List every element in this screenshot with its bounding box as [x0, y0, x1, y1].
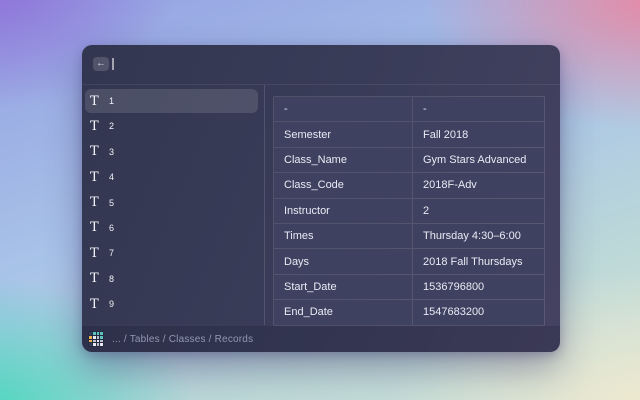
- text-field-icon: T: [90, 247, 104, 260]
- app-icon-cell: [93, 332, 96, 335]
- field-name-cell: End_Date: [274, 300, 412, 324]
- app-icon-cell: [97, 336, 100, 339]
- sidebar-record-item[interactable]: T 2: [85, 114, 258, 138]
- field-value-cell[interactable]: 2: [413, 199, 544, 223]
- field-name-cell: Start_Date: [274, 275, 412, 299]
- app-icon-cell: [100, 343, 103, 346]
- text-field-icon: T: [90, 171, 104, 184]
- text-field-icon: T: [90, 196, 104, 209]
- back-button[interactable]: ←: [93, 57, 109, 71]
- app-icon-cell: [89, 336, 92, 339]
- app-icon-cell: [89, 332, 92, 335]
- field-value-cell[interactable]: 2018F-Adv: [413, 173, 544, 197]
- app-icon-cell: [100, 336, 103, 339]
- app-icon-cell: [93, 336, 96, 339]
- record-label: 1: [109, 96, 114, 106]
- app-icon-cell: [89, 340, 92, 343]
- field-name-cell: Times: [274, 224, 412, 248]
- table-header-cell: -: [274, 97, 412, 121]
- text-cursor: [112, 58, 114, 70]
- sidebar-record-item[interactable]: T 5: [85, 191, 258, 215]
- record-label: 9: [109, 299, 114, 309]
- text-field-icon: T: [90, 120, 104, 133]
- status-footer: ... / Tables / Classes / Records: [82, 325, 560, 352]
- sidebar-record-item[interactable]: T 8: [85, 267, 258, 291]
- field-name-cell: Class_Code: [274, 173, 412, 197]
- app-grid-icon[interactable]: [88, 331, 104, 347]
- text-field-icon: T: [90, 298, 104, 311]
- record-label: 4: [109, 172, 114, 182]
- app-icon-cell: [89, 343, 92, 346]
- record-table: - - SemesterFall 2018Class_NameGym Stars…: [273, 96, 545, 326]
- window-body: T 1 T 2 T 3 T 4 T: [82, 85, 560, 325]
- app-icon-cell: [93, 340, 96, 343]
- sidebar-record-item[interactable]: T 1: [85, 89, 258, 113]
- sidebar-record-item[interactable]: T 9: [85, 292, 258, 316]
- sidebar-record-item[interactable]: T 7: [85, 241, 258, 265]
- app-icon-cell: [97, 343, 100, 346]
- record-label: 8: [109, 274, 114, 284]
- field-name-cell: Instructor: [274, 199, 412, 223]
- title-bar: ←: [82, 45, 560, 85]
- record-label: 3: [109, 147, 114, 157]
- field-value-cell[interactable]: 2018 Fall Thursdays: [413, 249, 544, 273]
- sidebar-record-item[interactable]: T 6: [85, 216, 258, 240]
- text-field-icon: T: [90, 221, 104, 234]
- field-name-cell: Days: [274, 249, 412, 273]
- app-window: ← T 1 T 2 T 3 T: [82, 45, 560, 352]
- field-value-cell[interactable]: Gym Stars Advanced: [413, 148, 544, 172]
- app-icon-cell: [97, 332, 100, 335]
- table-header-cell: -: [413, 97, 544, 121]
- record-label: 6: [109, 223, 114, 233]
- sidebar-record-item[interactable]: T 4: [85, 165, 258, 189]
- record-sidebar: T 1 T 2 T 3 T 4 T: [82, 85, 265, 325]
- field-value-cell[interactable]: Fall 2018: [413, 122, 544, 146]
- text-field-icon: T: [90, 95, 104, 108]
- text-field-icon: T: [90, 272, 104, 285]
- app-icon-cell: [100, 332, 103, 335]
- sidebar-record-item[interactable]: T 3: [85, 140, 258, 164]
- record-label: 7: [109, 248, 114, 258]
- arrow-left-icon: ←: [96, 58, 106, 69]
- app-icon-cell: [97, 340, 100, 343]
- breadcrumb[interactable]: ... / Tables / Classes / Records: [112, 334, 253, 345]
- app-icon-cell: [93, 343, 96, 346]
- text-field-icon: T: [90, 145, 104, 158]
- record-label: 2: [109, 121, 114, 131]
- field-value-cell[interactable]: 1536796800: [413, 275, 544, 299]
- record-label: 5: [109, 198, 114, 208]
- record-detail-pane: - - SemesterFall 2018Class_NameGym Stars…: [265, 85, 560, 325]
- field-name-cell: Class_Name: [274, 148, 412, 172]
- field-value-cell[interactable]: 1547683200: [413, 300, 544, 324]
- app-icon-cell: [100, 340, 103, 343]
- field-name-cell: Semester: [274, 122, 412, 146]
- field-value-cell[interactable]: Thursday 4:30–6:00: [413, 224, 544, 248]
